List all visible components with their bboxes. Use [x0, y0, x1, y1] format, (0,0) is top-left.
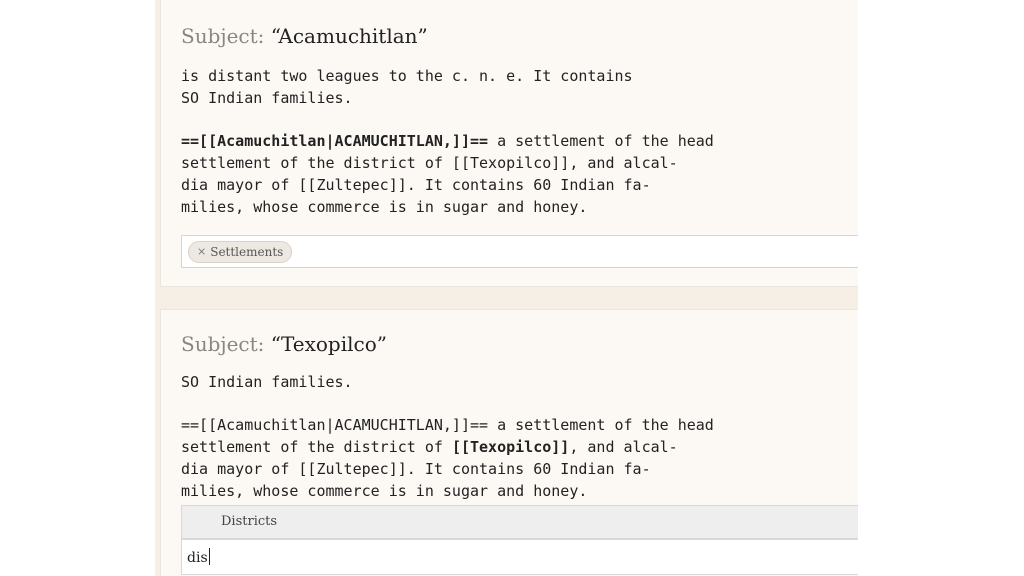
tag-input[interactable]: dis: [181, 539, 858, 575]
subject-value: “Texopilco”: [270, 332, 387, 356]
highlighted-link: [[Texopilco]]: [451, 438, 570, 456]
subject-label: Subject:: [181, 24, 265, 48]
transcription-paragraph: ==[[Acamuchitlan|ACAMUCHITLAN,]]== a set…: [181, 414, 714, 502]
tag-label: Settlements: [210, 245, 284, 259]
tag-input[interactable]: × Settlements: [181, 235, 858, 268]
app-main: Subject: “Acamuchitlan” is distant two l…: [155, 0, 858, 576]
transcription-paragraph: SO Indian families.: [181, 373, 353, 391]
autocomplete-dropdown: Districts: [181, 505, 858, 539]
transcription-paragraph: ==[[Acamuchitlan|ACAMUCHITLAN,]]== a set…: [181, 130, 714, 218]
subject-heading: Subject: “Texopilco”: [181, 332, 387, 356]
subject-label: Subject:: [181, 332, 265, 356]
subject-heading: Subject: “Acamuchitlan”: [181, 24, 428, 48]
highlighted-link: ==[[Acamuchitlan|ACAMUCHITLAN,]]==: [181, 132, 489, 150]
tag-settlements[interactable]: × Settlements: [188, 241, 293, 263]
input-text: dis: [187, 550, 208, 566]
subject-card: Subject: “Texopilco” SO Indian families.…: [160, 309, 858, 576]
text-caret: [208, 548, 210, 565]
close-icon[interactable]: ×: [197, 242, 206, 262]
autocomplete-option-districts[interactable]: Districts: [221, 514, 277, 529]
transcription-paragraph: is distant two leagues to the c. n. e. I…: [181, 67, 633, 107]
tag-input-value[interactable]: dis: [187, 548, 210, 566]
subject-card: Subject: “Acamuchitlan” is distant two l…: [160, 0, 858, 287]
subject-value: “Acamuchitlan”: [270, 24, 428, 48]
